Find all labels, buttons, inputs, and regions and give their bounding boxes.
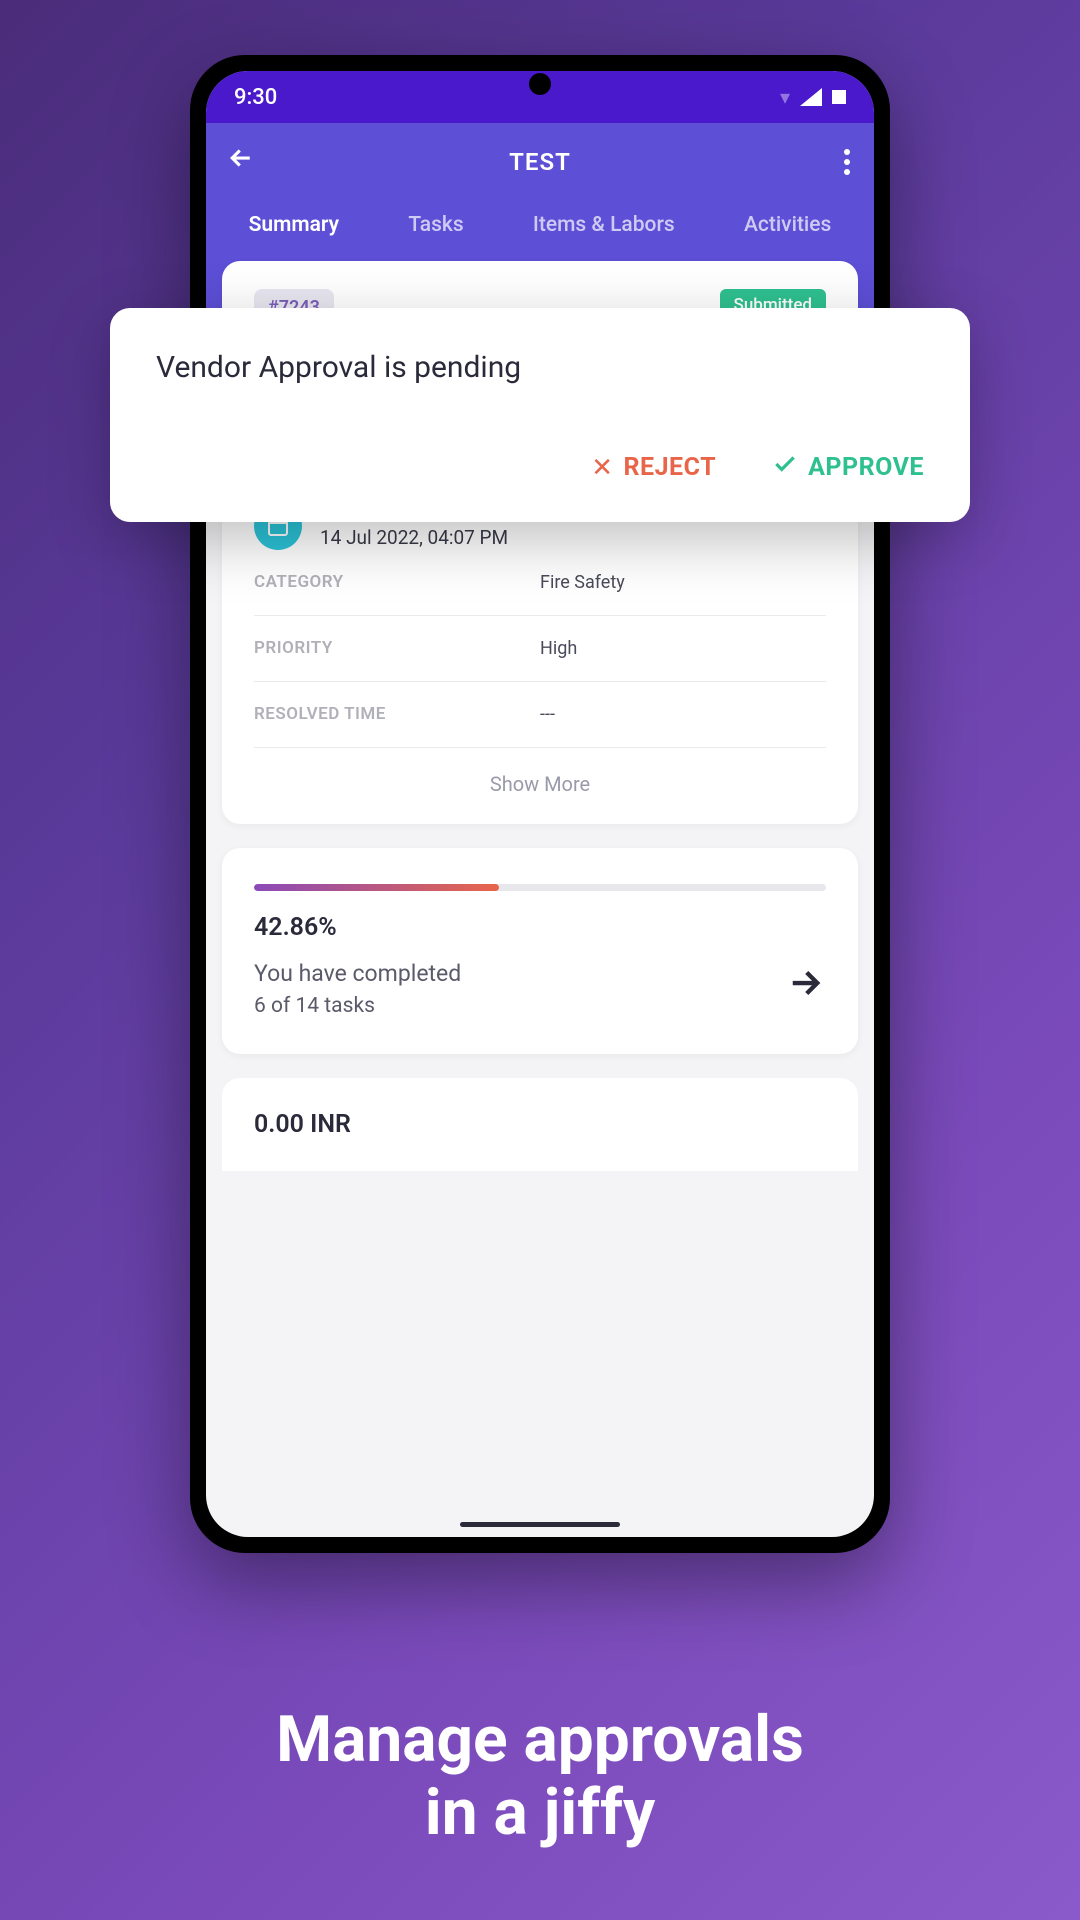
approve-button[interactable]: APPROVE bbox=[772, 451, 924, 484]
progress-card: 42.86% You have completed 6 of 14 tasks bbox=[222, 848, 858, 1054]
progress-bar bbox=[254, 884, 826, 891]
approval-dialog: Vendor Approval is pending ✕ REJECT APPR… bbox=[110, 308, 970, 522]
amount-card: 0.00 INR bbox=[222, 1078, 858, 1171]
tab-summary[interactable]: Summary bbox=[249, 213, 339, 237]
status-time: 9:30 bbox=[234, 85, 277, 110]
reject-label: REJECT bbox=[623, 453, 716, 482]
wifi-icon: ▾ bbox=[780, 85, 790, 109]
signal-icon bbox=[800, 88, 822, 106]
priority-row: PRIORITY High bbox=[254, 616, 826, 682]
status-icons: ▾ bbox=[780, 85, 846, 109]
check-icon bbox=[772, 451, 798, 484]
category-value: Fire Safety bbox=[540, 572, 826, 593]
progress-text-line2: 6 of 14 tasks bbox=[254, 994, 461, 1018]
back-button[interactable] bbox=[226, 143, 256, 181]
arrow-right-icon[interactable] bbox=[784, 962, 826, 1014]
due-date-value: 14 Jul 2022, 04:07 PM bbox=[320, 526, 508, 549]
page-title: TEST bbox=[509, 148, 571, 176]
progress-bar-fill bbox=[254, 884, 499, 891]
x-icon: ✕ bbox=[591, 453, 613, 483]
phone-screen: 9:30 ▾ TEST Summary Tasks Items & Labors… bbox=[206, 71, 874, 1537]
amount-value: 0.00 INR bbox=[254, 1110, 826, 1139]
phone-frame: 9:30 ▾ TEST Summary Tasks Items & Labors… bbox=[190, 55, 890, 1553]
priority-label: PRIORITY bbox=[254, 638, 540, 659]
more-menu-button[interactable] bbox=[844, 149, 850, 175]
priority-value: High bbox=[540, 638, 826, 659]
progress-percent: 42.86% bbox=[254, 913, 826, 942]
tab-bar: Summary Tasks Items & Labors Activities bbox=[206, 201, 874, 251]
category-label: CATEGORY bbox=[254, 572, 540, 593]
home-indicator[interactable] bbox=[460, 1522, 620, 1527]
tagline-line2: in a jiffy bbox=[0, 1776, 1080, 1850]
app-header: TEST bbox=[206, 123, 874, 201]
show-more-button[interactable]: Show More bbox=[254, 772, 826, 796]
resolved-time-label: RESOLVED TIME bbox=[254, 704, 540, 725]
approve-label: APPROVE bbox=[808, 453, 924, 482]
marketing-tagline: Manage approvals in a jiffy bbox=[0, 1703, 1080, 1850]
tagline-line1: Manage approvals bbox=[0, 1703, 1080, 1777]
tab-activities[interactable]: Activities bbox=[744, 213, 831, 237]
camera-notch bbox=[529, 73, 551, 95]
tab-items-labors[interactable]: Items & Labors bbox=[533, 213, 675, 237]
battery-icon bbox=[832, 90, 846, 104]
progress-text-line1: You have completed bbox=[254, 958, 461, 990]
category-row: CATEGORY Fire Safety bbox=[254, 550, 826, 616]
dialog-title: Vendor Approval is pending bbox=[156, 350, 924, 385]
tab-tasks[interactable]: Tasks bbox=[408, 213, 463, 237]
resolved-time-row: RESOLVED TIME --- bbox=[254, 682, 826, 748]
reject-button[interactable]: ✕ REJECT bbox=[591, 451, 716, 484]
resolved-time-value: --- bbox=[540, 704, 826, 725]
